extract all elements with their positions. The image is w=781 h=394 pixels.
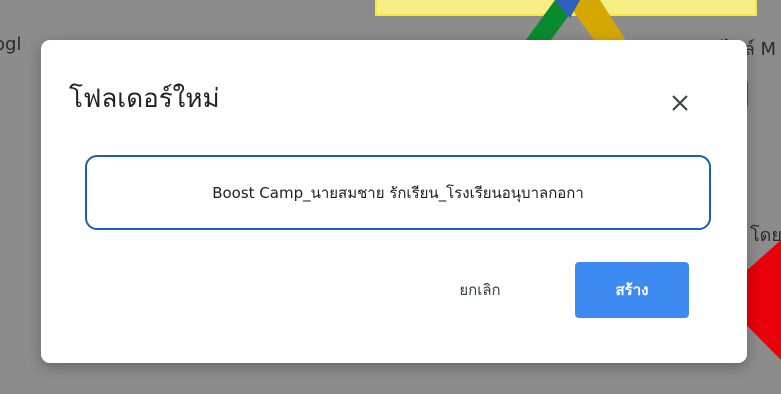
folder-name-input[interactable] bbox=[85, 155, 711, 230]
background-text-left: ogl bbox=[0, 34, 22, 55]
close-button[interactable] bbox=[663, 86, 697, 120]
close-icon bbox=[672, 95, 688, 111]
new-folder-dialog: โฟลเดอร์ใหม่ ยกเลิก สร้าง bbox=[41, 40, 747, 363]
cancel-button[interactable]: ยกเลิก bbox=[425, 262, 535, 318]
dialog-title: โฟลเดอร์ใหม่ bbox=[69, 84, 220, 114]
create-button[interactable]: สร้าง bbox=[575, 262, 689, 318]
